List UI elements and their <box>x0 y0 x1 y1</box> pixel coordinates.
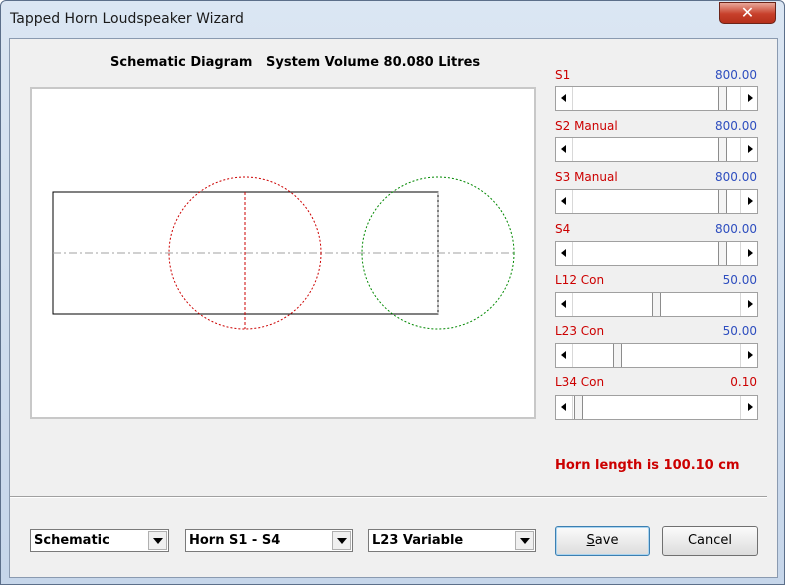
cancel-button-label: Cancel <box>687 533 733 548</box>
variable-combo-value: L23 Variable <box>372 533 464 548</box>
horn-length-status: Horn length is 100.10 cm <box>555 458 740 473</box>
slider-thumb[interactable] <box>717 190 727 213</box>
view-combo[interactable]: Schematic <box>30 529 169 552</box>
scroll-right-arrow-icon[interactable] <box>740 138 757 161</box>
slider-label-s3: S3 Manual <box>555 170 618 184</box>
chevron-down-icon[interactable] <box>332 531 351 550</box>
scroll-left-arrow-icon[interactable] <box>556 138 573 161</box>
slider-value-l12: 50.00 <box>722 273 757 287</box>
title-bar[interactable]: Tapped Horn Loudspeaker Wizard ✕ <box>1 1 784 35</box>
save-button-label: Save <box>586 533 619 548</box>
slider-l23[interactable] <box>555 343 758 368</box>
scroll-right-arrow-icon[interactable] <box>740 242 757 265</box>
schematic-diagram <box>30 87 536 419</box>
chevron-down-icon[interactable] <box>148 531 167 550</box>
diagram-title: Schematic Diagram System Volume 80.080 L… <box>110 55 481 70</box>
scroll-left-arrow-icon[interactable] <box>556 293 573 316</box>
slider-thumb[interactable] <box>717 87 727 110</box>
slider-s1[interactable] <box>555 86 758 111</box>
view-combo-value: Schematic <box>34 533 110 548</box>
scroll-left-arrow-icon[interactable] <box>556 190 573 213</box>
slider-s3[interactable] <box>555 189 758 214</box>
close-icon: ✕ <box>740 3 755 22</box>
slider-thumb[interactable] <box>574 396 583 419</box>
scroll-left-arrow-icon[interactable] <box>556 242 573 265</box>
variable-combo[interactable]: L23 Variable <box>368 529 536 552</box>
slider-label-s1: S1 <box>555 68 571 82</box>
slider-value-s3: 800.00 <box>715 170 757 184</box>
slider-value-l34: 0.10 <box>730 375 757 389</box>
slider-l34[interactable] <box>555 395 758 420</box>
close-button[interactable]: ✕ <box>719 2 776 24</box>
slider-value-s4: 800.00 <box>715 222 757 236</box>
window-title: Tapped Horn Loudspeaker Wizard <box>10 11 244 27</box>
slider-label-l34: L34 Con <box>555 375 605 389</box>
chevron-down-icon[interactable] <box>515 531 534 550</box>
scroll-left-arrow-icon[interactable] <box>556 344 573 367</box>
scroll-right-arrow-icon[interactable] <box>740 190 757 213</box>
scroll-right-arrow-icon[interactable] <box>740 293 757 316</box>
schematic-svg <box>52 176 515 330</box>
scroll-right-arrow-icon[interactable] <box>740 344 757 367</box>
slider-label-l23: L23 Con <box>555 324 605 338</box>
slider-l12[interactable] <box>555 292 758 317</box>
save-button[interactable]: Save <box>555 526 650 556</box>
slider-thumb[interactable] <box>613 344 622 367</box>
cancel-button[interactable]: Cancel <box>662 526 758 556</box>
slider-thumb[interactable] <box>717 242 727 265</box>
client-area: Schematic Diagram System Volume 80.080 L… <box>9 38 778 578</box>
slider-label-l12: L12 Con <box>555 273 605 287</box>
slider-s2[interactable] <box>555 137 758 162</box>
wizard-window: Tapped Horn Loudspeaker Wizard ✕ Schemat… <box>0 0 785 585</box>
slider-value-s2: 800.00 <box>715 119 757 133</box>
slider-thumb[interactable] <box>652 293 661 316</box>
slider-thumb[interactable] <box>717 138 727 161</box>
scroll-right-arrow-icon[interactable] <box>740 396 757 419</box>
slider-s4[interactable] <box>555 241 758 266</box>
slider-label-s4: S4 <box>555 222 571 236</box>
slider-label-s2: S2 Manual <box>555 119 618 133</box>
horn-combo[interactable]: Horn S1 - S4 <box>185 529 353 552</box>
horn-combo-value: Horn S1 - S4 <box>189 533 281 548</box>
separator <box>10 496 767 498</box>
slider-value-s1: 800.00 <box>715 68 757 82</box>
scroll-left-arrow-icon[interactable] <box>556 396 573 419</box>
slider-value-l23: 50.00 <box>722 324 757 338</box>
scroll-left-arrow-icon[interactable] <box>556 87 573 110</box>
scroll-right-arrow-icon[interactable] <box>740 87 757 110</box>
